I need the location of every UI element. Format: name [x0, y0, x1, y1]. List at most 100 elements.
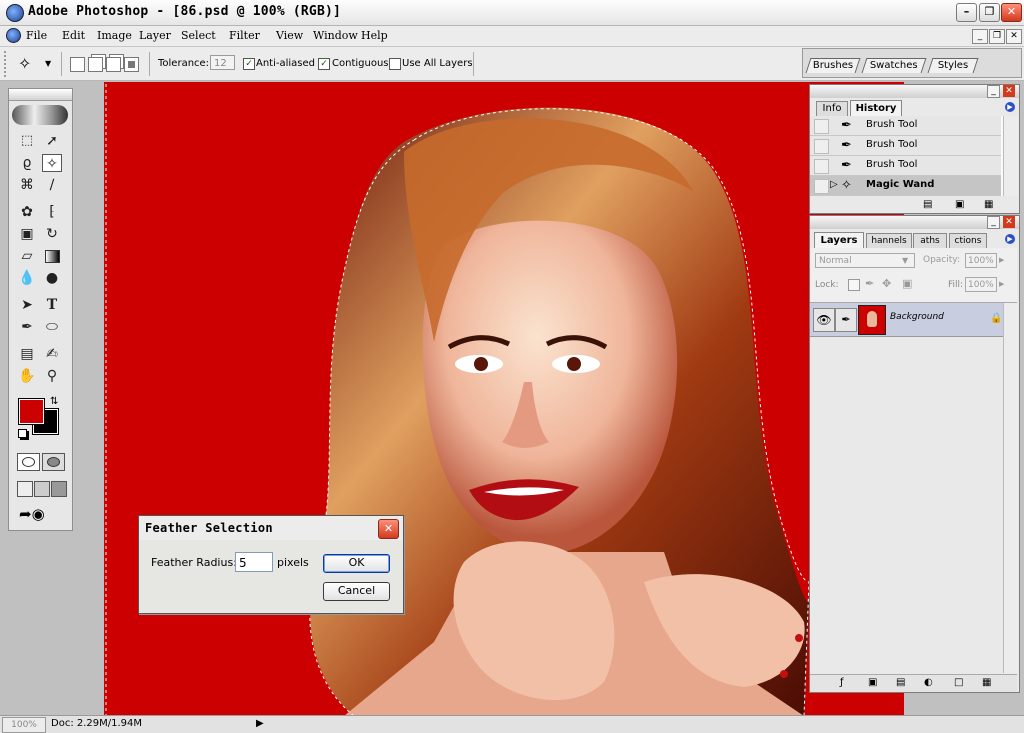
- minimize-button[interactable]: –: [956, 3, 977, 22]
- fill-input[interactable]: 100%: [965, 277, 997, 292]
- zoom-level-field[interactable]: 100%: [2, 717, 46, 733]
- menu-help[interactable]: Help: [361, 29, 388, 42]
- new-selection-icon[interactable]: [70, 57, 85, 72]
- full-screen-menu-mode-icon[interactable]: [34, 481, 50, 497]
- status-menu-arrow-icon[interactable]: ▶: [256, 718, 264, 729]
- lasso-tool-icon[interactable]: ϱ: [17, 154, 37, 172]
- anti-aliased-checkbox[interactable]: ✓: [243, 57, 255, 70]
- menu-select[interactable]: Select: [181, 29, 216, 42]
- doc-restore-button[interactable]: ❐: [989, 29, 1005, 44]
- history-scrollbar[interactable]: [1003, 116, 1018, 196]
- document-icon[interactable]: [6, 28, 21, 43]
- contiguous-checkbox[interactable]: ✓: [318, 57, 330, 70]
- panel-menu-icon[interactable]: ▶: [1005, 102, 1015, 112]
- tab-info[interactable]: Info: [816, 101, 848, 116]
- tab-actions[interactable]: ctions: [949, 233, 987, 248]
- history-panel-minimize-button[interactable]: _: [987, 85, 1000, 98]
- delete-layer-icon[interactable]: ▦: [982, 677, 991, 688]
- tab-channels[interactable]: hannels: [866, 233, 912, 248]
- layers-panel-minimize-button[interactable]: _: [987, 216, 1000, 229]
- jump-to-imageready-icon[interactable]: ➦◉: [19, 505, 45, 523]
- menu-file[interactable]: File: [26, 29, 47, 42]
- close-button[interactable]: ✕: [1001, 3, 1022, 22]
- lock-transparency-icon[interactable]: [848, 279, 860, 291]
- eye-icon[interactable]: 👁: [813, 308, 835, 332]
- doc-minimize-button[interactable]: _: [972, 29, 988, 44]
- ellipse-tool-icon[interactable]: ⬭: [42, 318, 62, 336]
- menu-layer[interactable]: Layer: [139, 29, 171, 42]
- menu-edit[interactable]: Edit: [62, 29, 85, 42]
- zoom-tool-icon[interactable]: ⚲: [42, 367, 62, 385]
- opacity-input[interactable]: 100%: [965, 253, 997, 268]
- history-state-slider-icon[interactable]: ▷: [830, 179, 838, 190]
- slice-tool-icon[interactable]: ∕: [42, 176, 62, 194]
- standard-screen-mode-icon[interactable]: [17, 481, 33, 497]
- doc-close-button[interactable]: ✕: [1006, 29, 1022, 44]
- palette-well-tab-styles[interactable]: Styles: [927, 58, 979, 73]
- fill-slider-icon[interactable]: ▶: [999, 280, 1004, 288]
- options-grip[interactable]: [4, 51, 11, 77]
- feather-radius-input[interactable]: 5: [235, 552, 273, 572]
- history-state-selected[interactable]: ▷ ✧ Magic Wand: [810, 176, 1001, 196]
- default-colors-icon[interactable]: [18, 429, 27, 438]
- restore-button[interactable]: ❐: [979, 3, 1000, 22]
- swap-colors-icon[interactable]: ⇅: [50, 396, 58, 407]
- intersect-selection-icon[interactable]: [124, 57, 139, 72]
- brush-tool-icon[interactable]: ⁅: [42, 203, 62, 221]
- full-screen-mode-icon[interactable]: [51, 481, 67, 497]
- move-tool-icon[interactable]: ➚: [42, 132, 62, 150]
- menu-image[interactable]: Image: [97, 29, 132, 42]
- ok-button[interactable]: OK: [323, 554, 390, 573]
- history-state[interactable]: ✒ Brush Tool: [810, 116, 1001, 136]
- lock-image-icon[interactable]: ✒: [865, 277, 874, 290]
- tab-layers[interactable]: Layers: [814, 232, 864, 248]
- layers-panel-close-button[interactable]: ✕: [1003, 216, 1015, 228]
- add-selection-icon[interactable]: [88, 57, 103, 72]
- history-state[interactable]: ✒ Brush Tool: [810, 156, 1001, 176]
- foreground-color-swatch[interactable]: [18, 398, 45, 425]
- eyedropper-tool-icon[interactable]: ✍: [42, 345, 62, 363]
- panel-menu-icon[interactable]: ▶: [1005, 234, 1015, 244]
- adobe-online-icon[interactable]: [12, 105, 68, 125]
- new-document-from-state-icon[interactable]: ▤: [923, 199, 932, 210]
- menu-view[interactable]: View: [276, 29, 303, 42]
- dialog-close-button[interactable]: ✕: [378, 519, 399, 539]
- layer-name[interactable]: Background: [890, 312, 944, 322]
- history-state[interactable]: ✒ Brush Tool: [810, 136, 1001, 156]
- history-panel-close-button[interactable]: ✕: [1003, 85, 1015, 97]
- layer-row[interactable]: 👁 ✒ Background 🔒: [810, 303, 1003, 337]
- tab-history[interactable]: History: [850, 100, 902, 116]
- standard-mode-icon[interactable]: [17, 453, 40, 471]
- tab-paths[interactable]: aths: [913, 233, 947, 248]
- pen-tool-icon[interactable]: ✒: [17, 318, 37, 336]
- layers-scrollbar[interactable]: [1003, 303, 1018, 673]
- lock-all-icon[interactable]: ▣: [902, 277, 912, 290]
- notes-tool-icon[interactable]: ▤: [17, 345, 37, 363]
- cancel-button[interactable]: Cancel: [323, 582, 390, 601]
- marquee-tool-icon[interactable]: ⬚: [17, 132, 37, 150]
- new-snapshot-icon[interactable]: ▣: [955, 199, 964, 210]
- palette-well-tab-brushes[interactable]: Brushes: [805, 58, 861, 73]
- palette-well-tab-swatches[interactable]: Swatches: [861, 58, 927, 73]
- hand-tool-icon[interactable]: ✋: [17, 367, 37, 385]
- use-all-layers-checkbox[interactable]: [389, 57, 401, 70]
- document-canvas[interactable]: [104, 82, 904, 716]
- subtract-selection-icon[interactable]: [106, 57, 121, 72]
- magic-wand-tool-icon[interactable]: ✧: [42, 154, 62, 172]
- menu-filter[interactable]: Filter: [229, 29, 260, 42]
- dodge-tool-icon[interactable]: ●: [42, 269, 62, 287]
- crop-tool-icon[interactable]: ⌘: [17, 176, 37, 194]
- menu-window[interactable]: Window: [313, 29, 358, 42]
- eraser-tool-icon[interactable]: ▱: [17, 247, 37, 265]
- chevron-down-icon[interactable]: ▼: [45, 59, 51, 68]
- layer-style-icon[interactable]: ƒ: [840, 677, 844, 688]
- new-layer-icon[interactable]: □: [954, 677, 963, 688]
- photoshop-logo-icon[interactable]: [6, 4, 24, 22]
- clone-stamp-tool-icon[interactable]: ▣: [17, 225, 37, 243]
- blur-tool-icon[interactable]: 💧: [17, 269, 37, 287]
- adjustment-layer-icon[interactable]: ◐: [924, 677, 933, 688]
- opacity-slider-icon[interactable]: ▶: [999, 256, 1004, 264]
- delete-state-icon[interactable]: ▦: [984, 199, 993, 210]
- magic-wand-preset-icon[interactable]: ✧: [18, 54, 31, 73]
- healing-brush-tool-icon[interactable]: ✿: [17, 203, 37, 221]
